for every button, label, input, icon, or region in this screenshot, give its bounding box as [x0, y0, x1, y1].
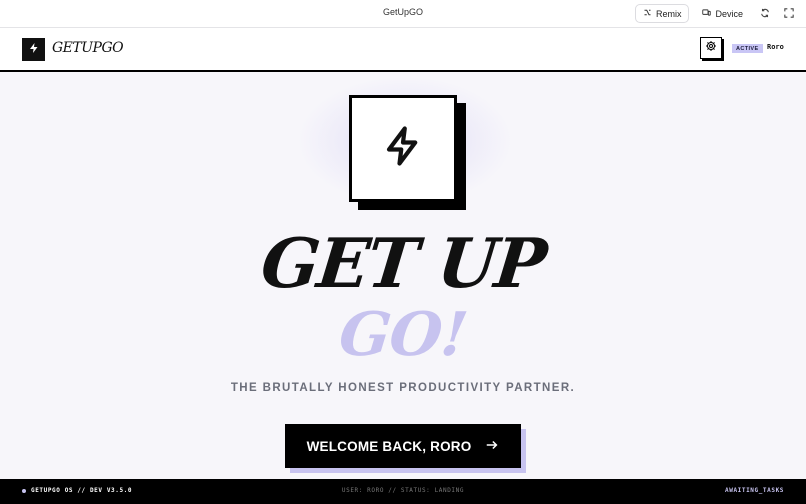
refresh-button[interactable] — [756, 5, 774, 23]
gear-icon — [705, 39, 717, 57]
hero-subtitle: GO! — [335, 300, 471, 370]
cta-label: WELCOME BACK, RORO — [306, 438, 472, 454]
fullscreen-icon — [784, 5, 794, 23]
refresh-icon — [760, 5, 770, 23]
lightning-icon — [28, 41, 40, 59]
status-badge: ACTIVE — [732, 44, 763, 53]
remix-label: Remix — [655, 8, 682, 19]
device-button[interactable]: Device — [695, 4, 750, 23]
app-header: GETUPGO ACTIVE Roro — [0, 28, 806, 72]
footer-task-status: AWAITING_TASKS — [725, 487, 784, 494]
window-chrome: GetUpGO Remix Device — [0, 0, 806, 28]
lightning-icon — [382, 125, 424, 172]
remix-button[interactable]: Remix — [634, 4, 690, 23]
fullscreen-button[interactable] — [780, 5, 798, 23]
welcome-back-button[interactable]: WELCOME BACK, RORO — [285, 424, 521, 468]
device-icon — [702, 8, 712, 19]
settings-button[interactable] — [700, 37, 722, 59]
hero-title: GET UP — [257, 224, 549, 304]
chrome-actions: Remix Device — [634, 4, 798, 23]
status-footer: GETUPGO OS // DEV V3.5.0 USER: RORO // S… — [0, 479, 806, 504]
arrow-right-icon — [485, 438, 499, 455]
logo[interactable] — [22, 38, 45, 61]
user-name: Roro — [767, 43, 784, 51]
logo-text[interactable]: GETUPGO — [52, 40, 124, 56]
hero-logo-card — [349, 95, 457, 202]
footer-status: USER: RORO // STATUS: LANDING — [341, 487, 465, 494]
remix-icon — [643, 8, 652, 19]
device-label: Device — [715, 8, 743, 19]
tagline: THE BRUTALLY HONEST PRODUCTIVITY PARTNER… — [230, 382, 576, 394]
